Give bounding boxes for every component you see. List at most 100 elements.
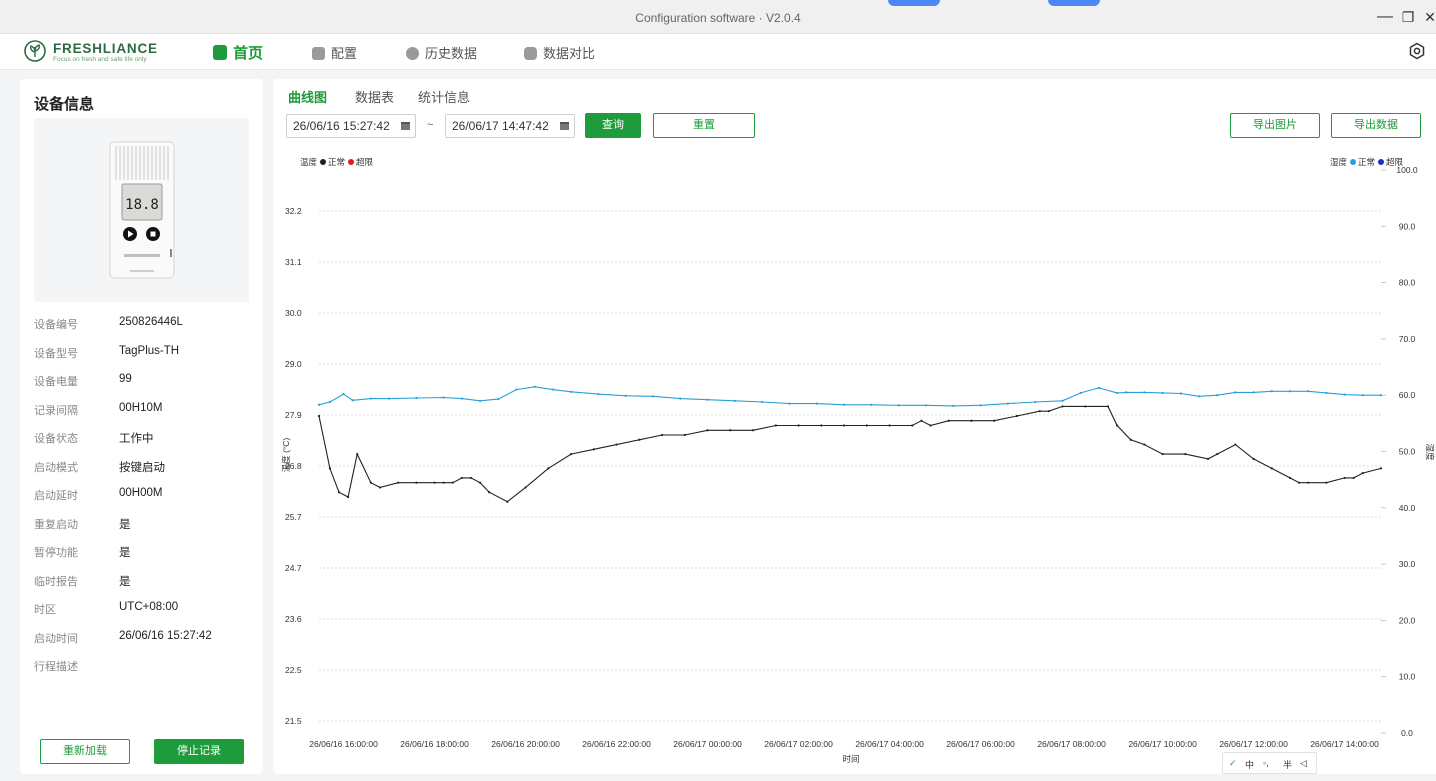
info-key: 设备状态 [34, 433, 78, 445]
info-value: 是 [119, 518, 131, 531]
info-key: 设备电量 [34, 376, 78, 388]
x-tick-label: 26/06/17 04:00:00 [855, 739, 924, 749]
data-point [729, 429, 732, 432]
data-point [1006, 402, 1009, 405]
nav-home[interactable]: 首页 [213, 42, 263, 62]
data-point [415, 481, 418, 484]
data-point [1307, 481, 1310, 484]
data-point [378, 486, 382, 489]
data-point [1252, 391, 1255, 394]
data-point [451, 481, 454, 484]
info-key: 设备编号 [34, 319, 78, 331]
data-point [328, 467, 332, 470]
data-point [1038, 410, 1041, 413]
data-point [1234, 391, 1237, 394]
y-tick-label: 21.5 [285, 716, 302, 726]
nav-history[interactable]: 历史数据 [406, 43, 477, 61]
data-point [342, 392, 345, 396]
data-point [1297, 481, 1301, 484]
data-point [469, 476, 473, 480]
data-point [351, 399, 354, 402]
data-logger-device-icon: 18.8 [109, 141, 175, 279]
data-point [1115, 391, 1119, 395]
data-point [1061, 399, 1064, 402]
data-point [442, 396, 445, 399]
data-point [1270, 467, 1273, 470]
y-tick-label: 32.2 [285, 206, 302, 216]
data-point [815, 402, 818, 405]
data-point [569, 452, 573, 456]
info-value: 按键启动 [119, 461, 165, 474]
ime-punct[interactable]: ◦, [1263, 758, 1269, 768]
y2-tick-label: 0.0 [1401, 728, 1413, 738]
info-key: 暂停功能 [34, 547, 78, 559]
x-tick-label: 26/06/16 20:00:00 [491, 739, 560, 749]
data-point [597, 392, 600, 396]
data-point [337, 491, 341, 494]
info-key: 重复启动 [34, 518, 78, 531]
info-value: UTC+08:00 [119, 601, 179, 613]
y-tick-label: 25.7 [285, 512, 302, 522]
data-point [1379, 394, 1383, 397]
data-point [433, 481, 436, 484]
x-tick-label: 26/06/16 16:00:00 [309, 739, 378, 749]
data-point [328, 400, 332, 404]
data-point [1307, 390, 1310, 393]
data-point [592, 448, 595, 451]
info-value: 是 [119, 547, 131, 559]
data-point [1270, 390, 1273, 393]
temperature-humidity-chart: 32.231.130.029.027.926.825.724.723.622.5… [281, 165, 1435, 764]
chart-panel: 曲线图 数据表 统计信息 26/06/16 15:27:42 ~ 26/06/1… [273, 79, 1436, 774]
info-value: TagPlus-TH [119, 344, 180, 357]
x-tick-label: 26/06/17 02:00:00 [764, 739, 833, 749]
data-point [788, 402, 791, 405]
ime-width[interactable]: 半 [1283, 758, 1292, 771]
x-tick-label: 26/06/17 10:00:00 [1128, 739, 1197, 749]
data-point [1361, 472, 1364, 475]
stop-record-button[interactable]: 停止记录 [154, 739, 244, 764]
data-point [924, 404, 928, 407]
y2-tick-label: 30.0 [1399, 559, 1416, 569]
data-point [347, 495, 350, 499]
ime-mode[interactable]: 中 [1245, 758, 1254, 771]
x-tick-label: 26/06/17 00:00:00 [673, 739, 742, 749]
nav-compare[interactable]: 数据对比 [524, 43, 595, 61]
data-point [624, 394, 627, 397]
data-point [442, 481, 445, 484]
data-point [1352, 476, 1355, 480]
series-line-temperature [318, 405, 1382, 503]
top-navbar: FRESHLIANCE Focus on fresh and safe life… [0, 34, 1436, 70]
data-point [369, 481, 372, 484]
data-point [865, 424, 868, 427]
settings-icon[interactable] [1408, 42, 1426, 60]
y2-tick-label: 60.0 [1399, 390, 1416, 400]
close-button[interactable]: ✕ [1421, 9, 1436, 27]
y-axis-label: 温度 (°C) [281, 438, 291, 473]
data-point [947, 419, 950, 422]
nav-config[interactable]: 配置 [312, 43, 357, 61]
data-point [551, 388, 554, 391]
y-tick-label: 30.0 [285, 308, 302, 318]
data-point [1206, 457, 1210, 460]
data-point [1125, 391, 1128, 394]
restore-button[interactable]: ❐ [1399, 9, 1417, 27]
data-point [1288, 390, 1292, 393]
data-point [397, 481, 400, 484]
taskbar-hint [888, 0, 940, 6]
data-point [1084, 405, 1087, 408]
data-point [1252, 457, 1255, 460]
data-point [993, 419, 996, 422]
ime-logo-icon[interactable]: ✓ [1229, 758, 1237, 769]
data-point [911, 424, 914, 427]
data-point [1234, 443, 1237, 446]
data-point [1079, 391, 1082, 395]
x-axis-label: 时间 [842, 754, 859, 764]
x-tick-label: 26/06/16 18:00:00 [400, 739, 469, 749]
reload-button[interactable]: 重新加载 [40, 739, 130, 764]
data-point [460, 397, 463, 400]
ime-send-icon[interactable]: ◁ [1300, 758, 1307, 769]
minimize-button[interactable]: — [1376, 9, 1394, 27]
window-titlebar: Configuration software · V2.0.4 — ❐ ✕ [0, 0, 1436, 34]
data-point [369, 397, 372, 400]
y-tick-label: 29.0 [285, 359, 302, 369]
